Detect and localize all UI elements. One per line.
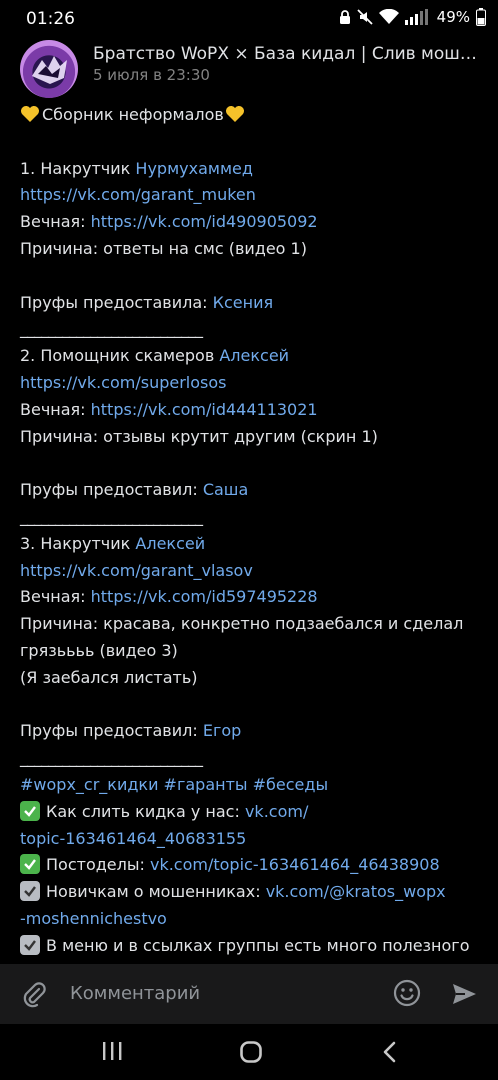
reason-text: Причина: красава, конкретно подзаебался … [20,614,464,634]
permanent-link[interactable]: https://vk.com/id490905092 [91,212,318,231]
topic-link[interactable]: topic-163461464_40683155 [20,829,246,848]
send-icon[interactable] [450,980,478,1012]
attach-icon[interactable] [20,980,48,1012]
article-link[interactable]: -moshennichestvo [20,909,167,928]
proof-line: Пруфы предоставила: Ксения [20,292,274,312]
avatar[interactable] [20,40,78,98]
post-header: Братство WoPX × База кидал | Слив мошенн… [0,38,498,98]
wifi-icon [378,9,399,25]
battery-icon [476,8,486,26]
check-icon [20,800,40,821]
proof-line: Пруфы предоставил: Егор [20,721,242,741]
profile-link[interactable]: https://vk.com/garant_vlasov [20,561,253,580]
mention-link[interactable]: Алексей [135,534,205,553]
mention-link[interactable]: Саша [203,480,248,499]
divider: __________________________ [20,506,203,526]
entry-title: 3. Накрутчик Алексей [20,533,206,553]
divider: __________________________ [20,319,203,339]
permanent-link[interactable]: https://vk.com/id444113021 [91,400,318,419]
post-text: Сборник неформалов 1. Накрутчик Нурмухам… [20,102,490,960]
permanent-link[interactable]: https://vk.com/id597495228 [91,587,318,606]
system-nav-bar [0,1024,498,1080]
mention-link[interactable]: Нурмухаммед [135,159,253,178]
mention-link[interactable]: Ксения [213,293,273,312]
signal-icon [404,9,431,25]
article-link[interactable]: vk.com/@kratos_wopx [266,882,446,901]
reason-text: Причина: отзывы крутит другим (скрин 1) [20,426,378,446]
check-icon [20,854,40,875]
mention-link[interactable]: Егор [203,721,241,740]
lock-icon [339,9,351,25]
check-icon [20,934,40,955]
reason-text: грязьььь (видео 3) [20,640,178,660]
status-icons: 49% [339,8,486,26]
mention-link[interactable]: Алексей [219,346,289,365]
check-icon [20,881,40,902]
heart-icon [225,106,244,122]
entry-title: 1. Накрутчик Нурмухаммед [20,158,253,178]
profile-link[interactable]: https://vk.com/superlosos [20,373,226,392]
reason-text: (Я заебался листать) [20,667,198,687]
entry-title: 2. Помощник скамеров Алексей [20,346,290,366]
comment-bar: Комментарий [0,964,498,1024]
divider: __________________________ [20,748,203,768]
newbie-line: Новичкам о мошенниках: vk.com/@kratos_wo… [20,879,490,906]
hashtags[interactable]: #wopx_cr_кидки #гаранты #беседы [20,772,490,799]
battery-level: 49% [436,8,470,26]
post-date: 5 июля в 23:30 [93,66,210,84]
recent-apps-icon[interactable] [100,1040,124,1066]
group-title[interactable]: Братство WoPX × База кидал | Слив мошенн… [93,44,483,64]
posts-line: Постоделы: vk.com/topic-163461464_464389… [20,852,490,879]
topic-link[interactable]: vk.com/topic-163461464_46438908 [150,855,440,874]
home-icon[interactable] [239,1040,263,1068]
smile-icon[interactable] [392,978,422,1012]
back-icon[interactable] [380,1040,400,1068]
topic-link[interactable]: vk.com/ [245,802,308,821]
profile-link[interactable]: https://vk.com/garant_muken [20,185,256,204]
heart-icon [21,106,39,122]
mute-icon [357,9,373,25]
proof-line: Пруфы предоставил: Саша [20,480,249,500]
status-bar: 01:26 49% [0,0,498,38]
post-heading: Сборник неформалов [20,102,490,129]
status-time: 01:26 [26,9,75,29]
comment-input[interactable]: Комментарий [70,983,200,1004]
menu-line: В меню и в ссылках группы есть много пол… [20,933,490,960]
how-line: Как слить кидка у нас: vk.com/ [20,799,490,826]
reason-text: Причина: ответы на смс (видео 1) [20,238,307,258]
